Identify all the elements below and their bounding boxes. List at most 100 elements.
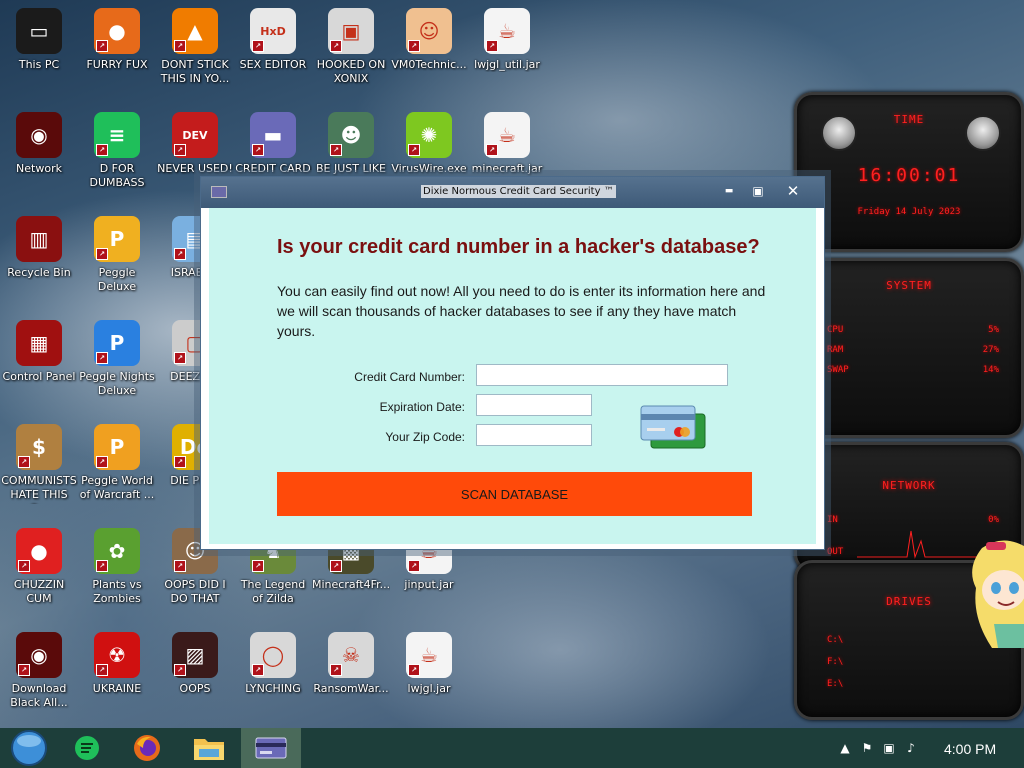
desktop-icon[interactable]: ◉ Network (0, 106, 78, 206)
time-gadget-title: TIME (893, 113, 925, 126)
desktop-icon[interactable]: ▭ This PC (0, 2, 78, 102)
desktop-icon[interactable]: ▣ ↗ HOOKED ON XONIX (312, 2, 390, 102)
desktop-icon-label: CHUZZIN CUM (13, 578, 65, 605)
start-button[interactable] (0, 728, 58, 768)
green-app-icon: ≡ ↗ (94, 112, 140, 158)
chuzzle-icon: ● ↗ (16, 528, 62, 574)
computer-icon: ▭ (16, 8, 62, 54)
desktop-icon-label: Peggle Deluxe (97, 266, 137, 293)
window-titlebar[interactable]: Dixie Normous Credit Card Security ™ ▬ ▣… (201, 177, 824, 208)
start-orb-icon (11, 730, 47, 766)
gadget-row-value: 14% (982, 365, 999, 375)
gadget-row-drive-e: E:\ (827, 679, 999, 689)
shortcut-arrow-icon: ↗ (18, 560, 30, 572)
gadget-row-label: RAM (827, 345, 844, 355)
peggle-icon: P ↗ (94, 216, 140, 262)
gadget-row-label: F:\ (827, 657, 844, 667)
desktop-icon-label: COMMUNISTS HATE THIS G... (1, 474, 77, 504)
speaker-icon[interactable]: ♪ (903, 740, 919, 756)
desktop-icon[interactable]: P ↗ Peggle Nights Deluxe (78, 314, 156, 414)
java-jar-icon: ☕ ↗ (406, 632, 452, 678)
plants-vs-zombies-icon: ✿ ↗ (94, 528, 140, 574)
desktop-icon[interactable]: ▲ ↗ DONT STICK THIS IN YO... (156, 2, 234, 102)
shortcut-arrow-icon: ↗ (408, 664, 420, 676)
desktop-icon[interactable]: ≡ ↗ D FOR DUMBASS (78, 106, 156, 206)
taskbar-item-green-app[interactable] (58, 728, 116, 768)
desktop-icon-label: LYNCHING (245, 682, 301, 695)
credit-card-security-window: Dixie Normous Credit Card Security ™ ▬ ▣… (200, 176, 825, 550)
card-number-input[interactable] (476, 364, 728, 386)
gadget-row-value: 5% (988, 325, 999, 335)
folder-icon (194, 739, 224, 760)
minimize-button[interactable]: ▬ (717, 181, 741, 201)
desktop-icon[interactable]: ☕ ↗ lwjgl.jar (390, 626, 468, 726)
desktop-icon[interactable]: ◉ ↗ Download Black All... (0, 626, 78, 726)
gadget-row-value: 27% (982, 345, 999, 355)
alien-head-icon (821, 115, 857, 151)
desktop-icon-label: DONT STICK THIS IN YO... (160, 58, 230, 85)
desktop-icon[interactable]: ☢ ↗ UKRAINE (78, 626, 156, 726)
taskbar-item-firefox[interactable] (118, 728, 176, 768)
hxd-editor-icon: HxD ↗ (250, 8, 296, 54)
credit-card-icon (255, 737, 287, 759)
desktop-icon[interactable]: ☺ ↗ VM0Technic... (390, 2, 468, 102)
shortcut-arrow-icon: ↗ (96, 456, 108, 468)
maximize-button[interactable]: ▣ (746, 181, 770, 201)
zip-code-label: Your Zip Code: (385, 430, 465, 444)
flag-icon[interactable]: ⚑ (859, 740, 875, 756)
chevron-up-icon[interactable]: ▲ (837, 740, 853, 756)
desktop-icon[interactable]: P ↗ Peggle Deluxe (78, 210, 156, 310)
desktop-icon-label: lwjgl_util.jar (474, 58, 540, 71)
shortcut-arrow-icon: ↗ (96, 352, 108, 364)
taskbar-clock[interactable]: 4:00 PM (944, 741, 996, 757)
noose-icon: ◯ ↗ (250, 632, 296, 678)
desktop-icon[interactable]: ☠ ↗ RansomWar... (312, 626, 390, 726)
shortcut-arrow-icon: ↗ (252, 560, 264, 572)
shortcut-arrow-icon: ↗ (174, 456, 186, 468)
card-number-label: Credit Card Number: (354, 370, 465, 384)
system-gadget-title: SYSTEM (886, 279, 932, 292)
desktop-icon[interactable]: $↗ COMMUNISTS HATE THIS G... (0, 418, 78, 518)
vlc-cone-icon: ▲ ↗ (172, 8, 218, 54)
desktop-icon-label: Peggle Nights Deluxe (79, 370, 155, 397)
desktop-icon[interactable]: ▨ ↗ OOPS (156, 626, 234, 726)
taskbar-item-file-explorer[interactable] (180, 728, 238, 768)
shortcut-arrow-icon: ↗ (174, 40, 186, 52)
window-title: Dixie Normous Credit Card Security ™ (421, 185, 616, 198)
desktop-icon[interactable]: ◯ ↗ LYNCHING (234, 626, 312, 726)
scan-database-button[interactable]: SCAN DATABASE (277, 472, 752, 516)
shortcut-arrow-icon: ↗ (174, 248, 186, 260)
desktop-icon-label: minecraft.jar (471, 162, 543, 175)
expiration-date-input[interactable] (476, 394, 592, 416)
shortcut-arrow-icon: ↗ (174, 664, 186, 676)
gadget-date: Friday 14 July 2023 (857, 207, 961, 217)
doctor-icon: ☺ ↗ (406, 8, 452, 54)
desktop-icon[interactable]: ▥ Recycle Bin (0, 210, 78, 310)
desktop-icon[interactable]: ✿ ↗ Plants vs Zombies (78, 522, 156, 622)
desktop-icon-label: RansomWar... (313, 682, 389, 695)
network-icon: ◉ (16, 112, 62, 158)
shortcut-arrow-icon: ↗ (96, 40, 108, 52)
desktop-icon-label: Download Black All... (10, 682, 68, 709)
window-content: Is your credit card number in a hacker's… (209, 208, 816, 544)
gadget-row-label: IN (827, 515, 838, 525)
desktop-icon-label: jinput.jar (404, 578, 454, 591)
zip-code-input[interactable] (476, 424, 592, 446)
credit-card-icon: ▬ ↗ (250, 112, 296, 158)
desktop-icon[interactable]: ▦ Control Panel (0, 314, 78, 414)
desktop-icon[interactable]: HxD ↗ SEX EDITOR (234, 2, 312, 102)
page-title: Is your credit card number in a hacker's… (277, 236, 760, 258)
shortcut-arrow-icon: ↗ (330, 560, 342, 572)
desktop-icon[interactable]: ● ↗ CHUZZIN CUM (0, 522, 78, 622)
desktop-icon[interactable]: P ↗ Peggle World of Warcraft ... (78, 418, 156, 518)
taskbar-item-credit-card-checker[interactable] (241, 728, 301, 768)
drives-gadget-title: DRIVES (886, 595, 932, 608)
desktop-icon[interactable]: ☕ ↗ lwjgl_util.jar (468, 2, 546, 102)
cartoon-character-image (972, 540, 1024, 648)
shortcut-arrow-icon: ↗ (252, 144, 264, 156)
recycle-bin-icon: ▥ (16, 216, 62, 262)
desktop-icon[interactable]: ● ↗ FURRY FUX (78, 2, 156, 102)
shortcut-arrow-icon: ↗ (252, 664, 264, 676)
network-status-icon[interactable]: ▣ (881, 740, 897, 756)
close-button[interactable]: ✕ (781, 181, 805, 201)
